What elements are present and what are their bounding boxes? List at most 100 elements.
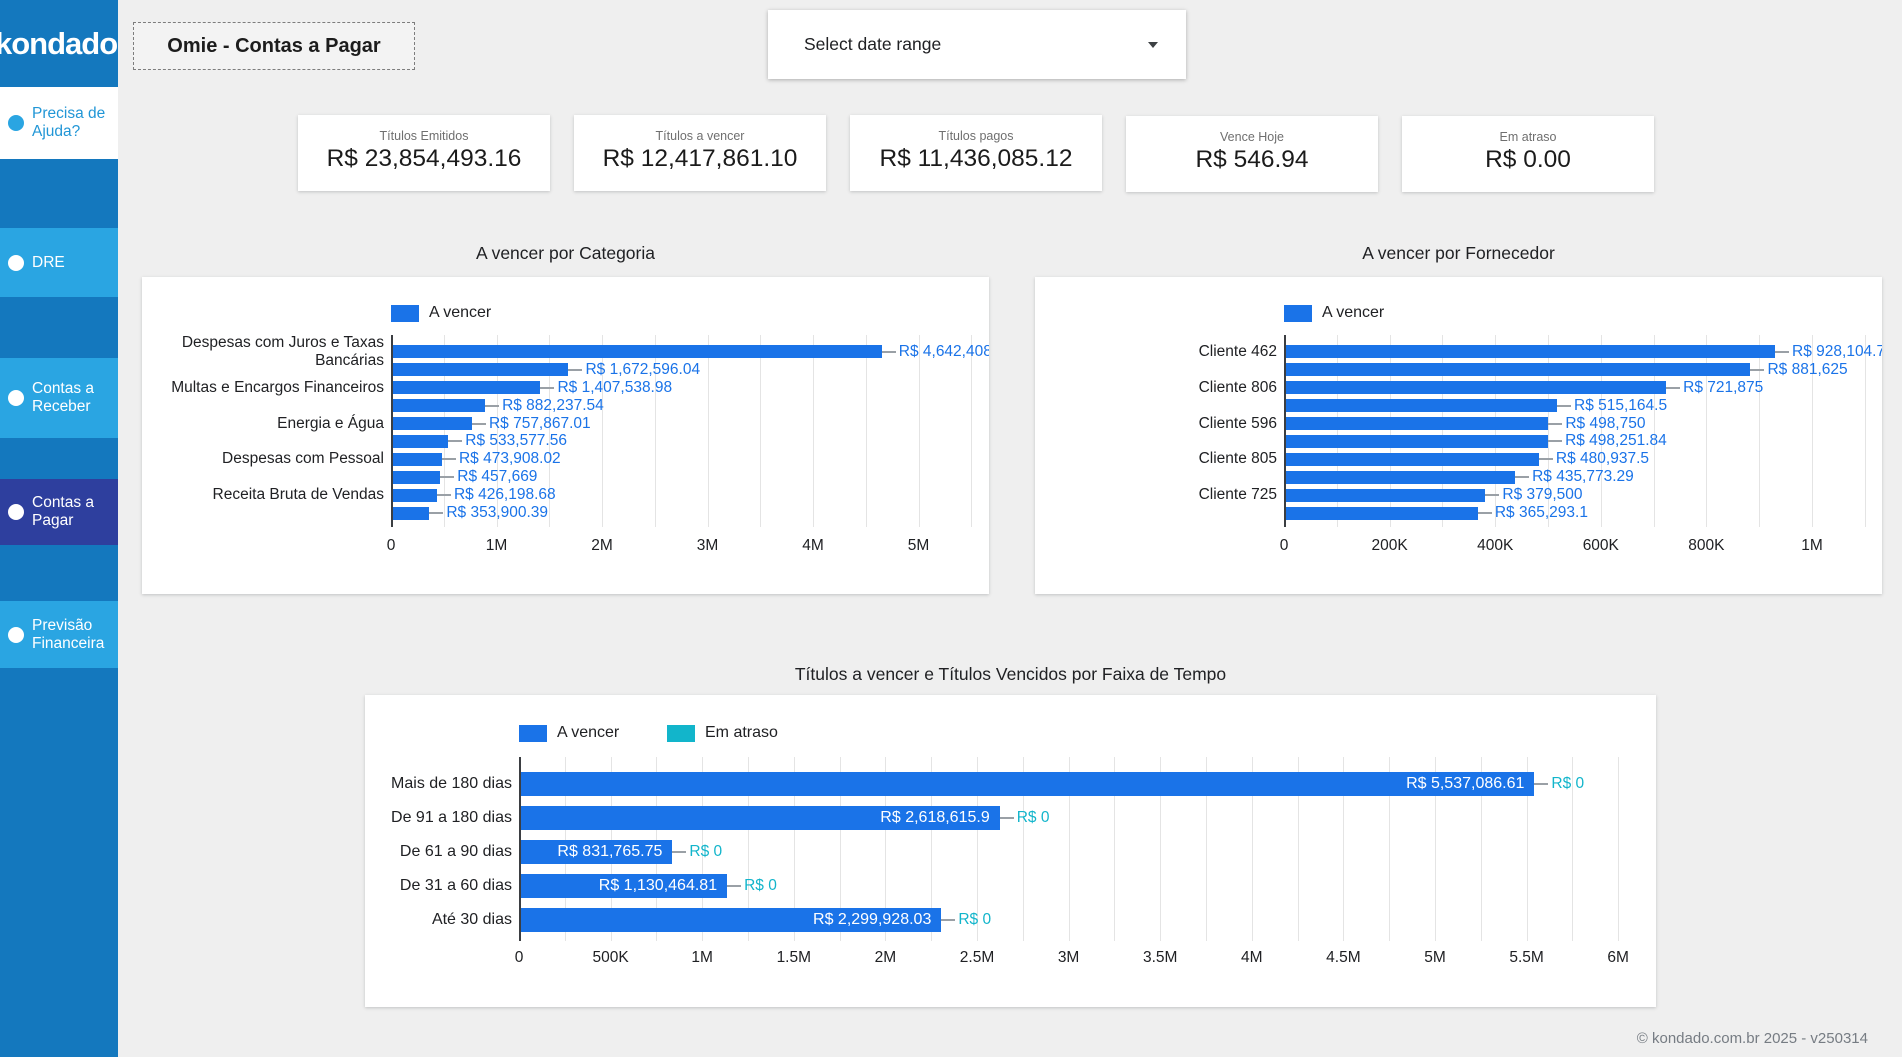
bar-a-vencer[interactable] (1285, 363, 1750, 376)
bar-a-vencer[interactable] (392, 381, 540, 394)
axis-zero-line (1284, 335, 1286, 527)
gridline (1865, 335, 1866, 527)
value-connector-line (1000, 817, 1014, 819)
value-connector-line (672, 851, 686, 853)
categoria-legend[interactable]: A vencer (391, 304, 491, 322)
date-range-label: Select date range (804, 34, 941, 55)
category-label: Receita Bruta de Vendas (142, 486, 384, 504)
value-connector-line (1750, 369, 1764, 371)
faixa-tempo-chart: A vencer Em atraso 0500K1M1.5M2M2.5M3M3.… (365, 695, 1656, 1007)
x-tick-label: 6M (1578, 949, 1656, 967)
faixa-tempo-legend-em-atraso[interactable]: Em atraso (667, 724, 778, 742)
gridline (1618, 757, 1619, 941)
kpi-card-vence-hoje: Vence Hoje R$ 546.94 (1126, 116, 1378, 192)
bar-value-label: R$ 365,293.1 (1495, 504, 1588, 522)
legend-label: Em atraso (705, 724, 778, 742)
em-atraso-value-label: R$ 0 (689, 843, 722, 861)
value-connector-line (1548, 440, 1562, 442)
em-atraso-value-label: R$ 0 (958, 911, 991, 929)
bar-a-vencer[interactable] (392, 399, 485, 412)
kpi-label: Vence Hoje (1126, 130, 1378, 144)
bar-a-vencer[interactable] (1285, 489, 1485, 502)
bar-a-vencer[interactable] (1285, 381, 1666, 394)
bar-value-label: R$ 757,867.01 (489, 415, 591, 433)
bar-a-vencer[interactable] (392, 453, 442, 466)
value-connector-line (429, 512, 443, 514)
sidebar-item-precisa-de-ajuda[interactable]: Precisa de Ajuda? (0, 87, 118, 159)
legend-label: A vencer (429, 304, 491, 322)
bar-value-label: R$ 5,537,086.61 (519, 775, 1524, 793)
kpi-label: Títulos pagos (850, 129, 1102, 143)
gridline (708, 335, 709, 527)
value-connector-line (1666, 387, 1680, 389)
bar-value-label: R$ 353,900.39 (446, 504, 548, 522)
bar-a-vencer[interactable] (392, 507, 429, 520)
value-connector-line (442, 458, 456, 460)
sidebar-item-contas-a-pagar[interactable]: Contas a Pagar (0, 479, 118, 545)
bar-value-label: R$ 881,625 (1767, 361, 1847, 379)
bullet-dot-icon (8, 255, 24, 271)
value-connector-line (440, 476, 454, 478)
a-vencer-swatch-icon (519, 725, 547, 742)
bar-a-vencer[interactable] (392, 489, 437, 502)
a-vencer-swatch-icon (391, 305, 419, 322)
date-range-selector[interactable]: Select date range (768, 10, 1186, 79)
x-tick-label: 1M (457, 537, 537, 555)
bar-a-vencer[interactable] (1285, 345, 1775, 358)
gridline (813, 335, 814, 527)
bar-value-label: R$ 1,672,596.04 (585, 361, 700, 379)
bar-a-vencer[interactable] (1285, 399, 1557, 412)
kpi-value: R$ 546.94 (1126, 146, 1378, 174)
kpi-value: R$ 12,417,861.10 (574, 145, 826, 173)
bar-a-vencer[interactable] (392, 471, 440, 484)
bar-value-label: R$ 435,773.29 (1532, 468, 1634, 486)
a-vencer-swatch-icon (1284, 305, 1312, 322)
bar-value-label: R$ 426,198.68 (454, 486, 556, 504)
gridline (760, 335, 761, 527)
sidebar-item-dre[interactable]: DRE (0, 228, 118, 297)
x-tick-label: 0 (1244, 537, 1324, 555)
category-label: Cliente 806 (1035, 379, 1277, 397)
bar-a-vencer[interactable] (1285, 435, 1548, 448)
bar-a-vencer[interactable] (1285, 507, 1478, 520)
bar-a-vencer[interactable] (1285, 453, 1539, 466)
sidebar-item-previsao-financeira[interactable]: Previsão Financeira (0, 601, 118, 668)
bar-value-label: R$ 1,130,464.81 (519, 877, 717, 895)
bar-value-label: R$ 473,908.02 (459, 450, 561, 468)
category-label: Multas e Encargos Financeiros (142, 379, 384, 397)
fornecedor-legend[interactable]: A vencer (1284, 304, 1384, 322)
sidebar-item-label: Contas a Pagar (32, 494, 118, 530)
bar-value-label: R$ 2,618,615.9 (519, 809, 990, 827)
bar-a-vencer[interactable] (392, 345, 882, 358)
faixa-tempo-legend-a-vencer[interactable]: A vencer (519, 724, 619, 742)
bar-value-label: R$ 379,500 (1502, 486, 1582, 504)
value-connector-line (1515, 476, 1529, 478)
bar-value-label: R$ 928,104.7 (1792, 343, 1882, 361)
kondado-logo[interactable]: kondado (0, 0, 118, 87)
bar-a-vencer[interactable] (392, 435, 448, 448)
value-connector-line (941, 919, 955, 921)
category-label: Energia e Água (142, 415, 384, 433)
x-tick-label: 3.5M (1120, 949, 1200, 967)
bar-a-vencer[interactable] (1285, 471, 1515, 484)
sidebar-item-contas-a-receber[interactable]: Contas a Receber (0, 358, 118, 438)
x-tick-label: 200K (1350, 537, 1430, 555)
sidebar-item-label: Precisa de Ajuda? (32, 105, 118, 141)
value-connector-line (437, 494, 451, 496)
report-title-box: Omie - Contas a Pagar (133, 22, 415, 70)
kpi-card-titulos-pagos: Títulos pagos R$ 11,436,085.12 (850, 115, 1102, 191)
em-atraso-value-label: R$ 0 (744, 877, 777, 895)
x-tick-label: 3M (668, 537, 748, 555)
bullet-dot-icon (8, 504, 24, 520)
x-tick-label: 1.5M (754, 949, 834, 967)
sidebar-item-label: DRE (32, 254, 65, 272)
bar-a-vencer[interactable] (392, 417, 472, 430)
x-tick-label: 3M (1029, 949, 1109, 967)
bar-a-vencer[interactable] (392, 363, 568, 376)
gridline (866, 335, 867, 527)
categoria-chart-title: A vencer por Categoria (142, 243, 989, 264)
kpi-value: R$ 0.00 (1402, 146, 1654, 174)
kpi-value: R$ 23,854,493.16 (298, 145, 550, 173)
bar-a-vencer[interactable] (1285, 417, 1548, 430)
category-label: Cliente 596 (1035, 415, 1277, 433)
